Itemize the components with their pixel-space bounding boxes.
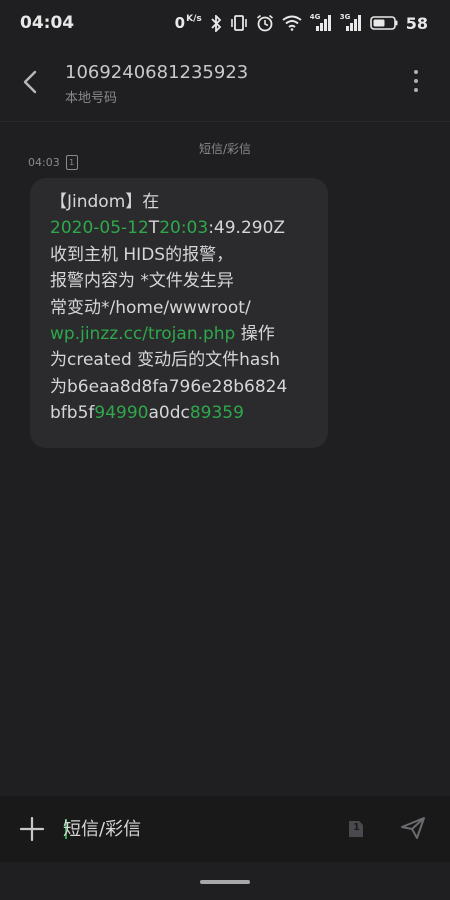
- sim-select[interactable]: 1: [348, 820, 364, 838]
- navigation-bar: [0, 862, 450, 900]
- sim-slot-number: 1: [353, 822, 360, 833]
- message-line: 收到主机 HIDS的报警，: [50, 242, 310, 268]
- message-text: 为b6eaa8d8fa796e28b6824: [50, 376, 288, 397]
- message-text: 报警内容为 *文件发生异: [50, 271, 234, 292]
- message-line: 常变动*/home/wwwroot/: [50, 295, 310, 321]
- signal-1: 4G: [310, 13, 332, 31]
- signal-icon: [315, 15, 331, 31]
- message-input[interactable]: [63, 814, 323, 844]
- message-text: 操作: [235, 324, 275, 345]
- signal-2: 3G: [340, 13, 362, 31]
- message-line: bfb5f94990a0dc89359: [50, 400, 310, 426]
- message-bubble[interactable]: 【Jindom】在 2020-05-12T20:03:49.290Z 收到主机 …: [30, 178, 328, 448]
- message-line: 【Jindom】在: [50, 189, 310, 215]
- date-link[interactable]: 2020-05-12: [50, 218, 149, 238]
- net-speed-unit: K/s: [186, 14, 202, 24]
- url-link[interactable]: wp.jinzz.cc/trojan.php: [50, 324, 235, 344]
- number-link[interactable]: 94990: [94, 403, 148, 423]
- message-text: 常变动*/home/wwwroot/: [50, 297, 251, 318]
- net-speed: 0 K/s: [175, 14, 202, 32]
- status-icons: 0 K/s 4G 3G 58: [175, 13, 428, 33]
- sim-badge-icon: 1: [65, 155, 78, 170]
- signal-icon: [345, 15, 361, 31]
- message-text: :49.290Z: [208, 218, 286, 239]
- add-attachment-icon[interactable]: [20, 817, 44, 841]
- battery-icon: [369, 16, 398, 30]
- message-text: a0dc: [148, 403, 190, 424]
- message-line: 为created 变动后的文件hash: [50, 347, 310, 373]
- message-text: 【Jindom】在: [50, 192, 160, 212]
- message-text: 为created 变动后的文件hash: [50, 350, 280, 371]
- message-time: 04:03: [28, 156, 60, 169]
- conversation-header: 1069240681235923 本地号码: [0, 46, 450, 122]
- contact-number: 1069240681235923: [65, 62, 249, 83]
- message-meta: 04:03 1: [28, 155, 78, 170]
- contact-subtitle: 本地号码: [65, 91, 118, 106]
- send-icon[interactable]: [400, 816, 426, 840]
- message-line: wp.jinzz.cc/trojan.php 操作: [50, 321, 310, 347]
- message-line: 为b6eaa8d8fa796e28b6824: [50, 374, 310, 400]
- home-gesture-bar[interactable]: [200, 880, 250, 884]
- bluetooth-icon: [211, 14, 222, 32]
- message-text: 收到主机 HIDS的报警，: [50, 244, 234, 265]
- net-speed-value: 0: [174, 14, 186, 32]
- message-text: T: [148, 218, 160, 239]
- wifi-icon: [282, 15, 302, 31]
- status-bar: 04:04 0 K/s 4G 3G 58: [0, 0, 450, 46]
- compose-bar: 1: [0, 796, 450, 862]
- vibrate-icon: [230, 15, 247, 31]
- back-arrow-icon[interactable]: [18, 68, 46, 96]
- alarm-icon: [256, 14, 273, 32]
- battery-level: 58: [405, 13, 428, 33]
- time-link[interactable]: 20:03: [159, 218, 208, 238]
- number-link[interactable]: 89359: [190, 403, 244, 423]
- more-options-icon[interactable]: [412, 70, 420, 98]
- message-text: bfb5f: [50, 403, 95, 424]
- message-line: 2020-05-12T20:03:49.290Z: [50, 215, 310, 241]
- message-line: 报警内容为 *文件发生异: [50, 268, 310, 294]
- status-time: 04:04: [20, 13, 75, 33]
